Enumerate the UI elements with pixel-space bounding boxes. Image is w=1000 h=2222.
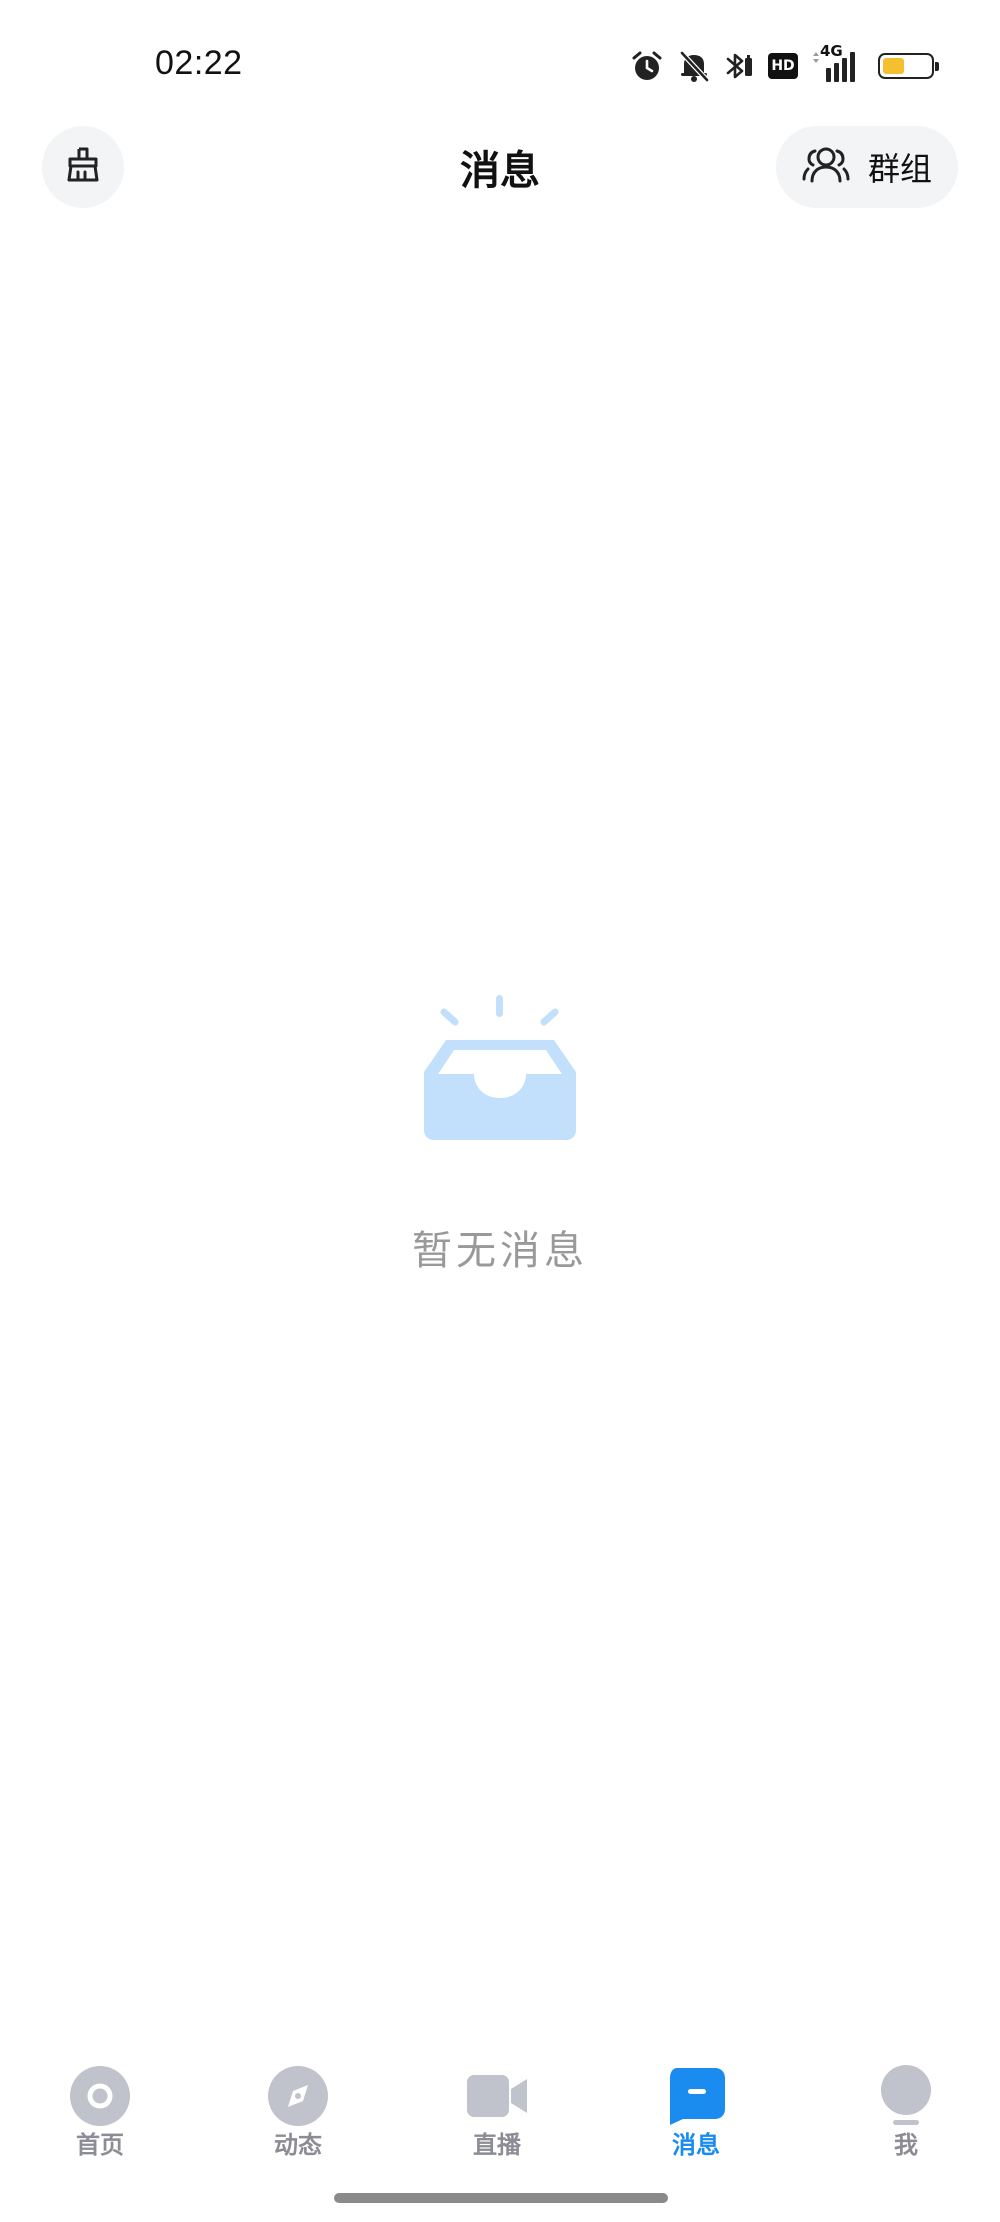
empty-inbox-icon <box>0 990 1000 1140</box>
alarm-icon <box>630 49 664 83</box>
battery-icon <box>878 53 939 79</box>
nav-item-me[interactable]: 我 <box>836 2065 976 2175</box>
chat-bubble-icon <box>664 2065 728 2127</box>
nav-label-me: 我 <box>894 2131 918 2159</box>
network-label: 4G <box>820 42 843 60</box>
group-label: 群组 <box>867 150 932 188</box>
nav-label-home: 首页 <box>76 2131 124 2159</box>
video-camera-icon <box>465 2065 529 2127</box>
signal-icon: 4G <box>812 42 864 84</box>
group-button[interactable]: 群组 <box>776 126 958 208</box>
bluetooth-icon <box>724 49 754 83</box>
nav-item-messages[interactable]: 消息 <box>626 2065 766 2175</box>
header: 消息 群组 <box>0 120 1000 220</box>
status-time: 02:22 <box>155 44 243 82</box>
hd-icon: HD <box>768 53 798 79</box>
nav-label-feed: 动态 <box>274 2131 322 2159</box>
nav-item-home[interactable]: 首页 <box>30 2065 170 2175</box>
empty-state: 暂无消息 <box>0 990 1000 1276</box>
battery-level <box>883 58 904 74</box>
nav-label-messages: 消息 <box>672 2131 720 2159</box>
empty-message: 暂无消息 <box>412 1228 588 1274</box>
bottom-nav: 首页 动态 直播 消息 我 <box>0 2050 1000 2170</box>
compass-icon <box>266 2065 330 2127</box>
home-icon <box>68 2065 132 2127</box>
users-icon <box>802 145 850 189</box>
home-indicator <box>334 2193 668 2203</box>
nav-item-feed[interactable]: 动态 <box>228 2065 368 2175</box>
profile-icon <box>874 2065 938 2127</box>
nav-item-live[interactable]: 直播 <box>427 2065 567 2175</box>
nav-label-live: 直播 <box>473 2131 521 2159</box>
status-bar: 02:22 HD 4G <box>0 0 1000 130</box>
status-icons: HD 4G <box>630 42 939 84</box>
mute-bell-icon <box>678 49 710 83</box>
